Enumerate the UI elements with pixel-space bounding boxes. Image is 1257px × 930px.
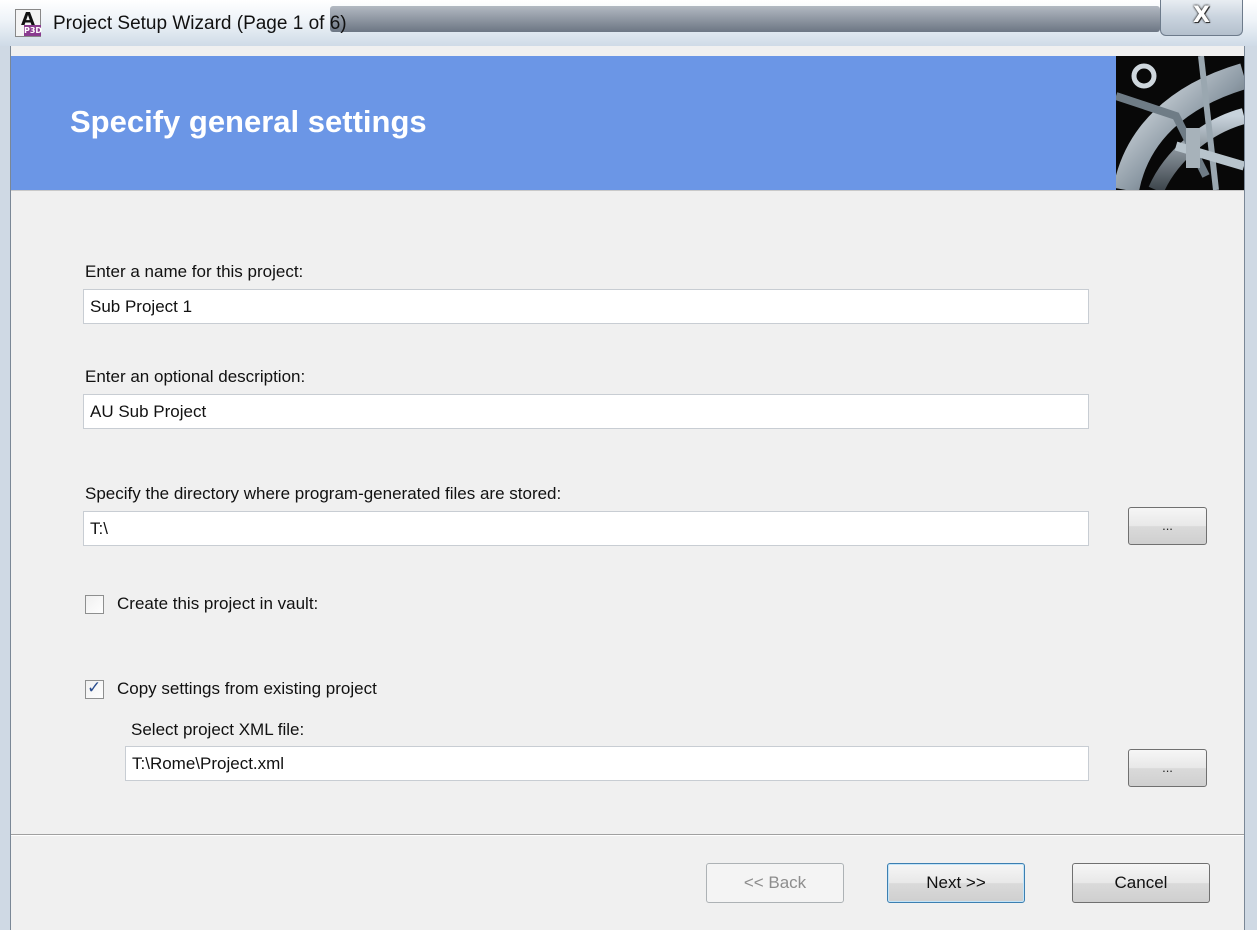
directory-label: Specify the directory where program-gene… xyxy=(85,484,562,503)
description-input[interactable]: AU Sub Project xyxy=(83,394,1089,429)
window-frame-left xyxy=(0,46,10,930)
copy-settings-checkbox[interactable]: ✓ xyxy=(85,678,104,699)
app-icon-badge: P3D xyxy=(24,25,43,36)
close-icon: X xyxy=(1193,3,1210,28)
title-bar[interactable]: A P3D Project Setup Wizard (Page 1 of 6)… xyxy=(0,0,1257,46)
vault-checkbox-label[interactable]: Create this project in vault: xyxy=(117,594,318,614)
vault-checkbox[interactable] xyxy=(85,595,104,614)
pipes-header-image xyxy=(1116,56,1244,190)
page-title: Specify general settings xyxy=(70,104,427,139)
wizard-header-banner: Specify general settings xyxy=(11,56,1244,190)
dialog-client-area: Specify general settings Enter a name fo… xyxy=(10,46,1245,930)
window-frame-right xyxy=(1245,46,1257,930)
project-setup-wizard-window: A P3D Project Setup Wizard (Page 1 of 6)… xyxy=(0,0,1257,930)
close-button[interactable]: X xyxy=(1160,0,1243,36)
directory-browse-button[interactable]: ... xyxy=(1128,507,1207,545)
xml-file-label: Select project XML file: xyxy=(131,720,305,739)
project-name-input[interactable]: Sub Project 1 xyxy=(83,289,1089,324)
header-separator xyxy=(11,190,1244,191)
check-mark-icon: ✓ xyxy=(87,678,102,698)
next-button[interactable]: Next >> xyxy=(887,863,1025,903)
description-label: Enter an optional description: xyxy=(85,367,306,386)
autocad-plant-3d-app-icon[interactable]: A P3D xyxy=(15,9,43,37)
pipes-illustration xyxy=(1116,56,1244,190)
copy-settings-checkbox-label[interactable]: Copy settings from existing project xyxy=(117,679,377,699)
directory-input[interactable]: T:\ xyxy=(83,511,1089,546)
footer-separator-highlight xyxy=(11,835,1244,836)
cancel-button[interactable]: Cancel xyxy=(1072,863,1210,903)
window-title: Project Setup Wizard (Page 1 of 6) xyxy=(53,13,347,34)
xml-file-input[interactable]: T:\Rome\Project.xml xyxy=(125,746,1089,781)
background-ribbon-ghost xyxy=(330,6,1160,32)
back-button[interactable]: << Back xyxy=(706,863,844,903)
xml-file-browse-button[interactable]: ... xyxy=(1128,749,1207,787)
project-name-label: Enter a name for this project: xyxy=(85,262,304,281)
